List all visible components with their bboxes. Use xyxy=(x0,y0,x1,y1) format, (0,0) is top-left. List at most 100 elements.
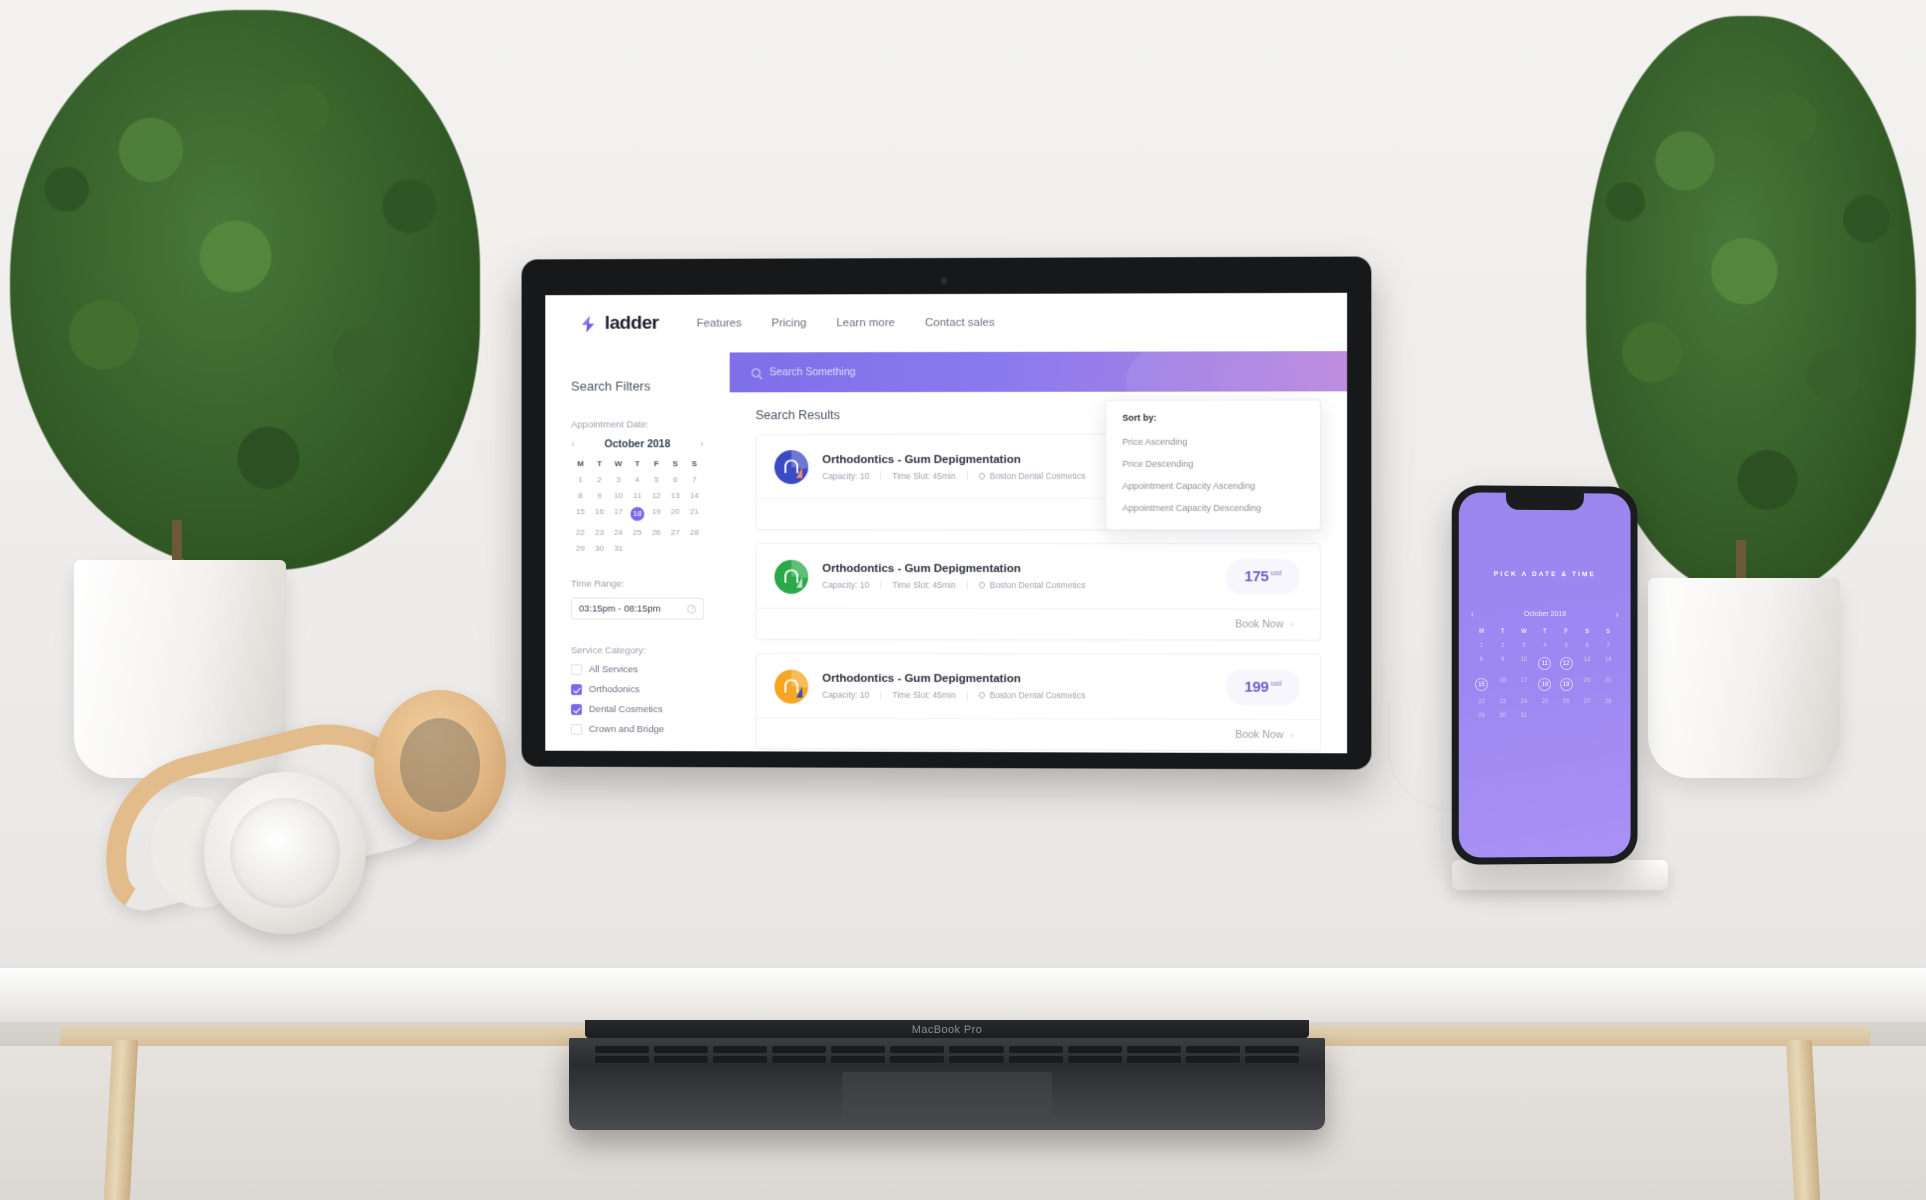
time-range-value: 03:15pm - 08:15pm xyxy=(578,603,661,615)
checkbox-checked-icon[interactable] xyxy=(571,704,582,716)
phone-calendar-day[interactable]: 3 xyxy=(1513,643,1534,649)
phone-calendar-day[interactable]: 25 xyxy=(1534,699,1555,705)
phone-calendar-day[interactable]: 21 xyxy=(1598,678,1619,691)
calendar-day[interactable]: 29 xyxy=(571,544,590,553)
calendar-day[interactable]: 30 xyxy=(590,544,609,553)
calendar-day[interactable]: 5 xyxy=(647,475,666,484)
phone-calendar-day[interactable]: 30 xyxy=(1492,713,1513,719)
phone-calendar-day[interactable]: 23 xyxy=(1492,699,1513,705)
category-row-3[interactable]: Crown and Bridge xyxy=(571,723,704,735)
checkbox-checked-icon[interactable] xyxy=(571,684,582,696)
calendar-day[interactable]: 22 xyxy=(571,528,590,537)
phone-calendar-day[interactable]: 16 xyxy=(1492,678,1513,691)
calendar-day[interactable]: 8 xyxy=(571,491,590,500)
calendar-day[interactable]: 31 xyxy=(609,544,628,553)
calendar-day[interactable]: 2 xyxy=(590,475,609,484)
calendar-day[interactable]: 17 xyxy=(609,507,628,521)
phone-calendar-day[interactable]: 27 xyxy=(1577,699,1598,705)
calendar-day[interactable]: 27 xyxy=(666,528,685,537)
sort-option-capacity-ascending[interactable]: Appointment Capacity Ascending xyxy=(1106,475,1319,497)
logo[interactable]: ladder xyxy=(579,313,659,335)
category-row-2[interactable]: Dental Cosmetics xyxy=(571,704,704,715)
calendar-day[interactable]: 23 xyxy=(590,528,609,537)
calendar-day[interactable]: 16 xyxy=(590,507,609,521)
phone-calendar-day-highlighted[interactable]: 15 xyxy=(1474,678,1488,692)
phone-calendar-day[interactable]: 7 xyxy=(1598,643,1619,649)
phone-calendar-next-icon[interactable]: › xyxy=(1616,609,1619,619)
time-range-input[interactable]: 03:15pm - 08:15pm xyxy=(571,597,704,620)
sort-option-capacity-descending[interactable]: Appointment Capacity Descending xyxy=(1106,497,1319,519)
calendar-day[interactable]: 21 xyxy=(685,507,704,521)
phone-calendar-day[interactable]: 10 xyxy=(1513,657,1534,670)
phone-calendar-day[interactable]: 20 xyxy=(1577,678,1598,691)
phone-calendar-day[interactable]: 22 xyxy=(1471,699,1492,705)
phone-calendar-day-highlighted[interactable]: 12 xyxy=(1559,657,1573,671)
calendar-prev-month-icon[interactable]: ‹ xyxy=(571,438,575,450)
category-row-1[interactable]: Orthodonics xyxy=(571,684,704,695)
calendar-day[interactable]: 15 xyxy=(571,507,590,521)
phone-calendar-day[interactable]: 6 xyxy=(1577,643,1598,649)
calendar-day[interactable]: 28 xyxy=(685,528,704,537)
phone-calendar-day[interactable]: 28 xyxy=(1598,699,1619,705)
nav-link-learn-more[interactable]: Learn more xyxy=(836,317,895,329)
category-row-0[interactable]: All Services xyxy=(571,664,704,675)
checkbox-unchecked-icon[interactable] xyxy=(571,664,582,676)
calendar-day[interactable]: 1 xyxy=(571,475,590,484)
nav-link-features[interactable]: Features xyxy=(697,318,742,330)
calendar-day[interactable]: 10 xyxy=(609,491,628,500)
nav-link-pricing[interactable]: Pricing xyxy=(771,317,806,329)
phone-calendar-day[interactable]: 17 xyxy=(1513,678,1534,691)
calendar-dow-0: M xyxy=(577,459,584,469)
phone-calendar-day[interactable]: 14 xyxy=(1598,657,1619,670)
phone-calendar-day[interactable]: 13 xyxy=(1577,657,1598,670)
calendar-day[interactable]: 19 xyxy=(647,507,666,521)
nav-link-contact-sales[interactable]: Contact sales xyxy=(925,317,995,329)
phone-calendar-day-highlighted[interactable]: 18 xyxy=(1538,677,1552,692)
result-card[interactable]: Orthodontics - Gum Depigmentation Capacit… xyxy=(755,542,1321,641)
calendar-day[interactable]: 12 xyxy=(647,491,666,500)
phone-calendar-day[interactable]: 5 xyxy=(1556,643,1577,649)
calendar-day[interactable]: 20 xyxy=(666,507,685,521)
calendar-day[interactable]: 13 xyxy=(666,491,685,500)
calendar-day[interactable]: 9 xyxy=(590,491,609,500)
laptop-trackpad[interactable] xyxy=(842,1072,1052,1118)
calendar-next-month-icon[interactable]: › xyxy=(700,438,704,450)
calendar-day[interactable]: 7 xyxy=(685,475,704,484)
book-now-button[interactable]: Book Now› xyxy=(756,717,1320,751)
phone-calendar-day[interactable]: 31 xyxy=(1513,713,1534,719)
result-card-meta: Capacity: 10 Time Slot: 45min Boston Denta… xyxy=(822,690,1212,701)
sort-dropdown[interactable]: Sort by: Price Ascending Price Descendin… xyxy=(1105,399,1321,531)
phone-calendar-day-highlighted[interactable]: 11 xyxy=(1538,656,1552,671)
search-input[interactable]: Search Something xyxy=(769,366,855,378)
calendar-day-selected[interactable]: 18 xyxy=(630,507,645,521)
checkbox-unchecked-icon[interactable] xyxy=(571,723,582,735)
phone-calendar-day-highlighted[interactable]: 19 xyxy=(1559,677,1573,691)
calendar-day[interactable]: 14 xyxy=(685,491,704,500)
calendar-grid[interactable]: M T W T F S S 1 2 3 4 5 6 7 8 9 10 11 12 13 14 15 16 17 18 19 20 21… xyxy=(571,459,704,553)
search-bar[interactable]: Search Something xyxy=(729,351,1348,393)
phone-calendar-day[interactable]: 2 xyxy=(1492,643,1513,649)
phone-calendar-grid[interactable]: M T W T F S S 1 2 3 4 5 6 7 8 9 10 11 12 13 14 15 16 17 18 19 20 21… xyxy=(1471,629,1619,719)
calendar-day[interactable]: 11 xyxy=(628,491,647,500)
result-card[interactable]: Orthodontics - Gum Depigmentation Capacit… xyxy=(755,652,1321,752)
calendar-day[interactable]: 25 xyxy=(628,528,647,537)
phone-calendar-day[interactable]: 29 xyxy=(1471,713,1492,719)
phone-calendar-day[interactable]: 8 xyxy=(1471,657,1492,670)
calendar-day[interactable]: 3 xyxy=(609,475,628,484)
phone-calendar-day[interactable]: 24 xyxy=(1513,699,1534,705)
calendar-day[interactable]: 26 xyxy=(647,528,666,537)
book-now-button[interactable]: Book Now› xyxy=(756,607,1320,640)
phone-calendar-prev-icon[interactable]: ‹ xyxy=(1471,609,1474,619)
phone-calendar-day[interactable]: 1 xyxy=(1471,643,1492,649)
phone-calendar-day[interactable]: 9 xyxy=(1492,657,1513,670)
phone-calendar-day[interactable]: 4 xyxy=(1534,643,1555,649)
sort-option-price-descending[interactable]: Price Descending xyxy=(1106,453,1319,475)
calendar-day[interactable]: 24 xyxy=(609,528,628,537)
calendar-day[interactable]: 4 xyxy=(628,475,647,484)
sort-option-price-ascending[interactable]: Price Ascending xyxy=(1106,431,1319,453)
phone-calendar-dow-6: S xyxy=(1606,629,1611,636)
phone-calendar[interactable]: ‹ October 2018 › M T W T F S S 1 2 3 4 5 6 7 8 9 10 11 12 1… xyxy=(1471,609,1619,719)
location-pin-icon xyxy=(977,471,986,480)
phone-calendar-day[interactable]: 26 xyxy=(1556,699,1577,705)
calendar-day[interactable]: 6 xyxy=(666,475,685,484)
